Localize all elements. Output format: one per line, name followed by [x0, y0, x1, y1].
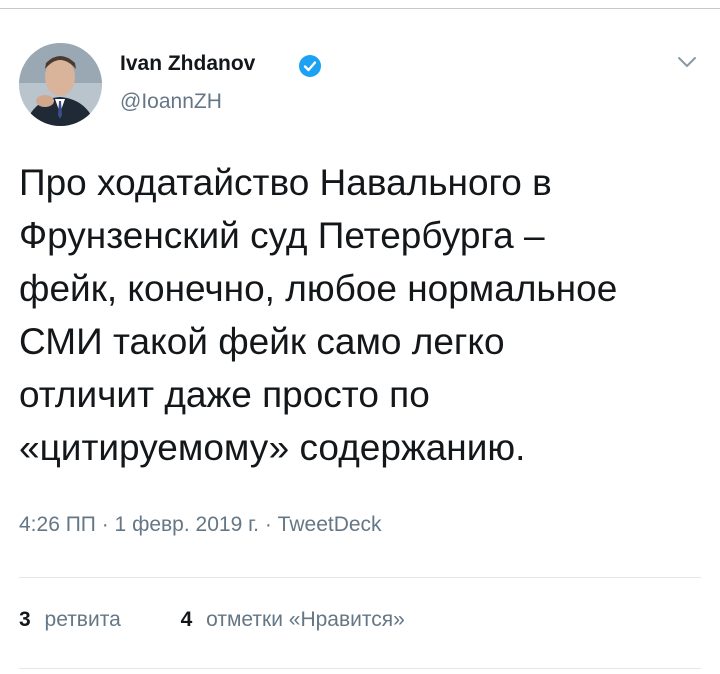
author-handle[interactable]: @IoannZH: [120, 90, 222, 114]
likes-stat[interactable]: 4 отметки «Нравится»: [181, 608, 405, 631]
tweet-text: Про ходатайство Навального в Фрунзенский…: [19, 162, 618, 468]
retweets-stat[interactable]: 3 ретвита: [19, 608, 127, 631]
verified-badge-icon: [299, 55, 321, 77]
tweet-timestamp[interactable]: 4:26 ПП · 1 февр. 2019 г. · TweetDeck: [19, 513, 382, 537]
author-name[interactable]: Ivan Zhdanov: [120, 52, 255, 76]
retweets-count: 3: [19, 608, 31, 631]
likes-label: отметки «Нравится»: [206, 608, 405, 631]
tweet-stats: 3 ретвита 4 отметки «Нравится»: [19, 608, 405, 632]
stats-bottom-divider: [19, 668, 701, 669]
retweets-label: ретвита: [44, 608, 121, 631]
top-divider: [0, 8, 720, 9]
stats-top-divider: [19, 577, 701, 578]
avatar[interactable]: [19, 43, 102, 126]
avatar-image: [19, 43, 102, 126]
chevron-down-icon[interactable]: [676, 54, 698, 70]
likes-count: 4: [180, 608, 193, 631]
